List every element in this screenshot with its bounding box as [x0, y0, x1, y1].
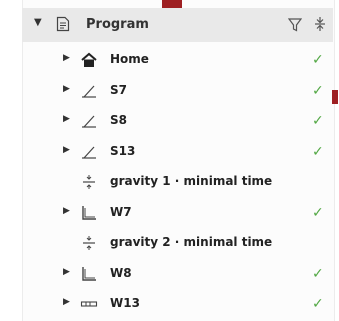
- gravity-icon: [80, 174, 98, 190]
- bar-icon: [80, 296, 98, 312]
- filter-icon[interactable]: [287, 17, 303, 36]
- checkmark-icon: ✓: [312, 143, 324, 160]
- tree-item-label: gravity 2 · minimal time: [110, 235, 273, 249]
- tree-item-label: gravity 1 · minimal time: [110, 174, 273, 188]
- corner-icon: [80, 266, 98, 282]
- angle-line-icon: [80, 144, 98, 160]
- tree-item[interactable]: ▶ W8 ✓: [22, 259, 333, 289]
- top-accent-bar: [162, 0, 182, 8]
- checkmark-icon: ✓: [312, 52, 324, 68]
- corner-icon: [80, 205, 98, 221]
- tree-item[interactable]: ▶ S13 ✓: [22, 137, 333, 167]
- expand-caret-icon[interactable]: ▶: [63, 145, 70, 155]
- program-header[interactable]: ▼ Program: [22, 8, 333, 42]
- expand-caret-icon[interactable]: ▶: [63, 267, 70, 277]
- tree-item-label: Home: [110, 52, 149, 66]
- tree-item[interactable]: ▶ W13 ✓: [22, 289, 333, 319]
- home-icon: [80, 52, 98, 68]
- tree-item[interactable]: gravity 2 · minimal time: [22, 228, 333, 258]
- checkmark-icon: ✓: [312, 265, 324, 282]
- expand-caret-icon[interactable]: ▶: [63, 114, 70, 124]
- tree-item-label: W7: [110, 204, 132, 219]
- expand-caret-icon[interactable]: ▶: [63, 84, 70, 94]
- tree-item-label: S8: [110, 113, 127, 127]
- angle-line-icon: [80, 83, 98, 99]
- tree-item-label: W13: [110, 296, 140, 310]
- checkmark-icon: ✓: [312, 296, 324, 312]
- collapse-caret-icon[interactable]: ▼: [34, 17, 42, 28]
- document-icon: [56, 16, 70, 36]
- tree-item[interactable]: ▶ S7 ✓: [22, 76, 333, 106]
- tree-item[interactable]: ▶ W7 ✓: [22, 198, 333, 228]
- angle-line-icon: [80, 113, 98, 129]
- checkmark-icon: ✓: [312, 82, 324, 99]
- checkmark-icon: ✓: [312, 204, 324, 221]
- gravity-icon: [80, 235, 98, 251]
- program-title: Program: [86, 17, 149, 32]
- expand-collapse-icon[interactable]: [314, 16, 326, 36]
- expand-caret-icon[interactable]: ▶: [63, 206, 70, 216]
- tree-item[interactable]: ▶ S8 ✓: [22, 106, 333, 136]
- checkmark-icon: ✓: [312, 113, 324, 129]
- tree-item[interactable]: gravity 1 · minimal time: [22, 167, 333, 197]
- expand-caret-icon[interactable]: ▶: [63, 297, 70, 307]
- tree-item-label: W8: [110, 265, 132, 280]
- tree-item-label: S13: [110, 143, 136, 158]
- tree-item[interactable]: ▶ Home ✓: [22, 45, 333, 75]
- tree-item-label: S7: [110, 82, 127, 97]
- expand-caret-icon[interactable]: ▶: [63, 53, 70, 63]
